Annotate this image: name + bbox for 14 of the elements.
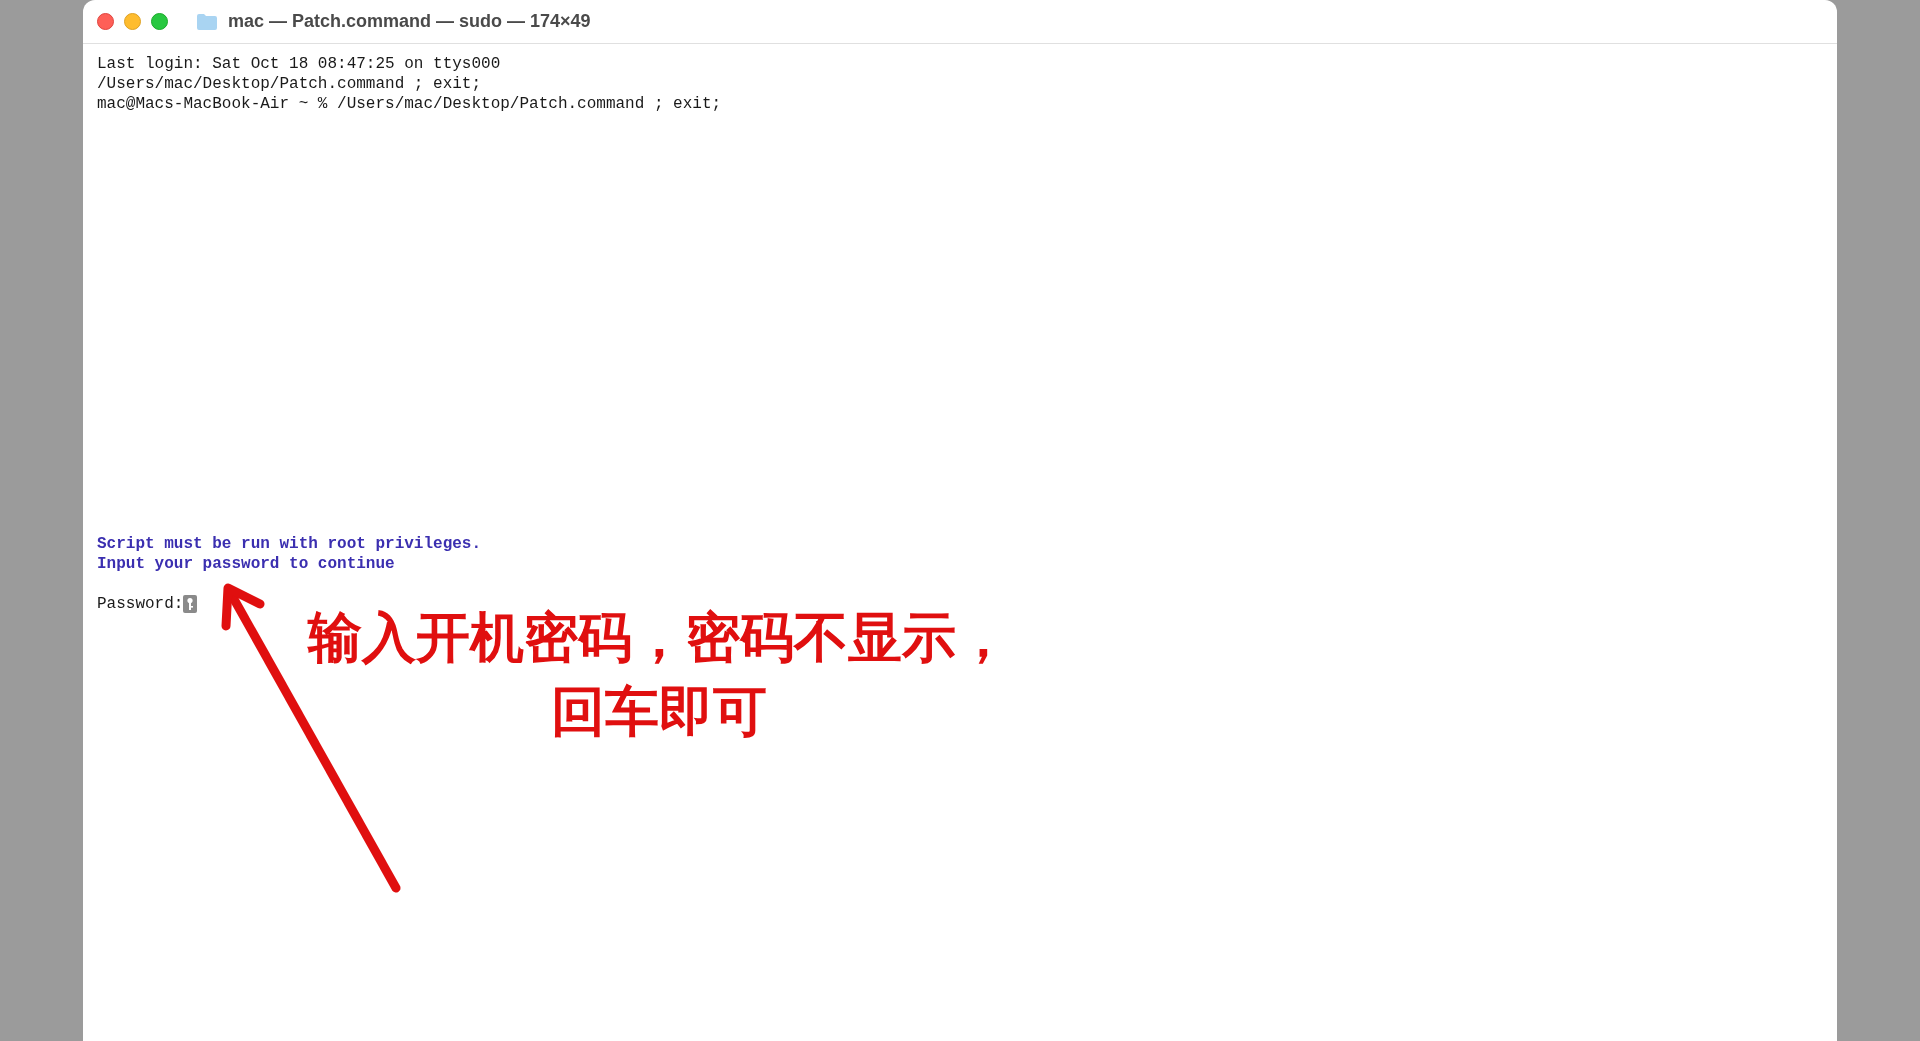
- key-icon: [183, 595, 198, 613]
- terminal-line: Script must be run with root privileges.: [97, 534, 482, 554]
- minimize-button[interactable]: [124, 13, 141, 30]
- terminal-line: /Users/mac/Desktop/Patch.command ; exit;: [97, 74, 482, 94]
- window-title: mac — Patch.command — sudo — 174×49: [228, 10, 591, 33]
- terminal-line: Input your password to continue: [97, 554, 395, 574]
- close-button[interactable]: [97, 13, 114, 30]
- terminal-line: Last login: Sat Oct 18 08:47:25 on ttys000: [97, 54, 501, 74]
- annotation-text: 输入开机密码，密码不显示，: [308, 606, 1010, 669]
- folder-icon: [196, 12, 218, 31]
- annotation-text: 回车即可: [551, 680, 767, 743]
- password-prompt: Password:: [97, 594, 184, 614]
- terminal-line: mac@Macs-MacBook-Air ~ % /Users/mac/Desktop/Patch.command ; exit;: [97, 94, 722, 114]
- zoom-button[interactable]: [151, 13, 168, 30]
